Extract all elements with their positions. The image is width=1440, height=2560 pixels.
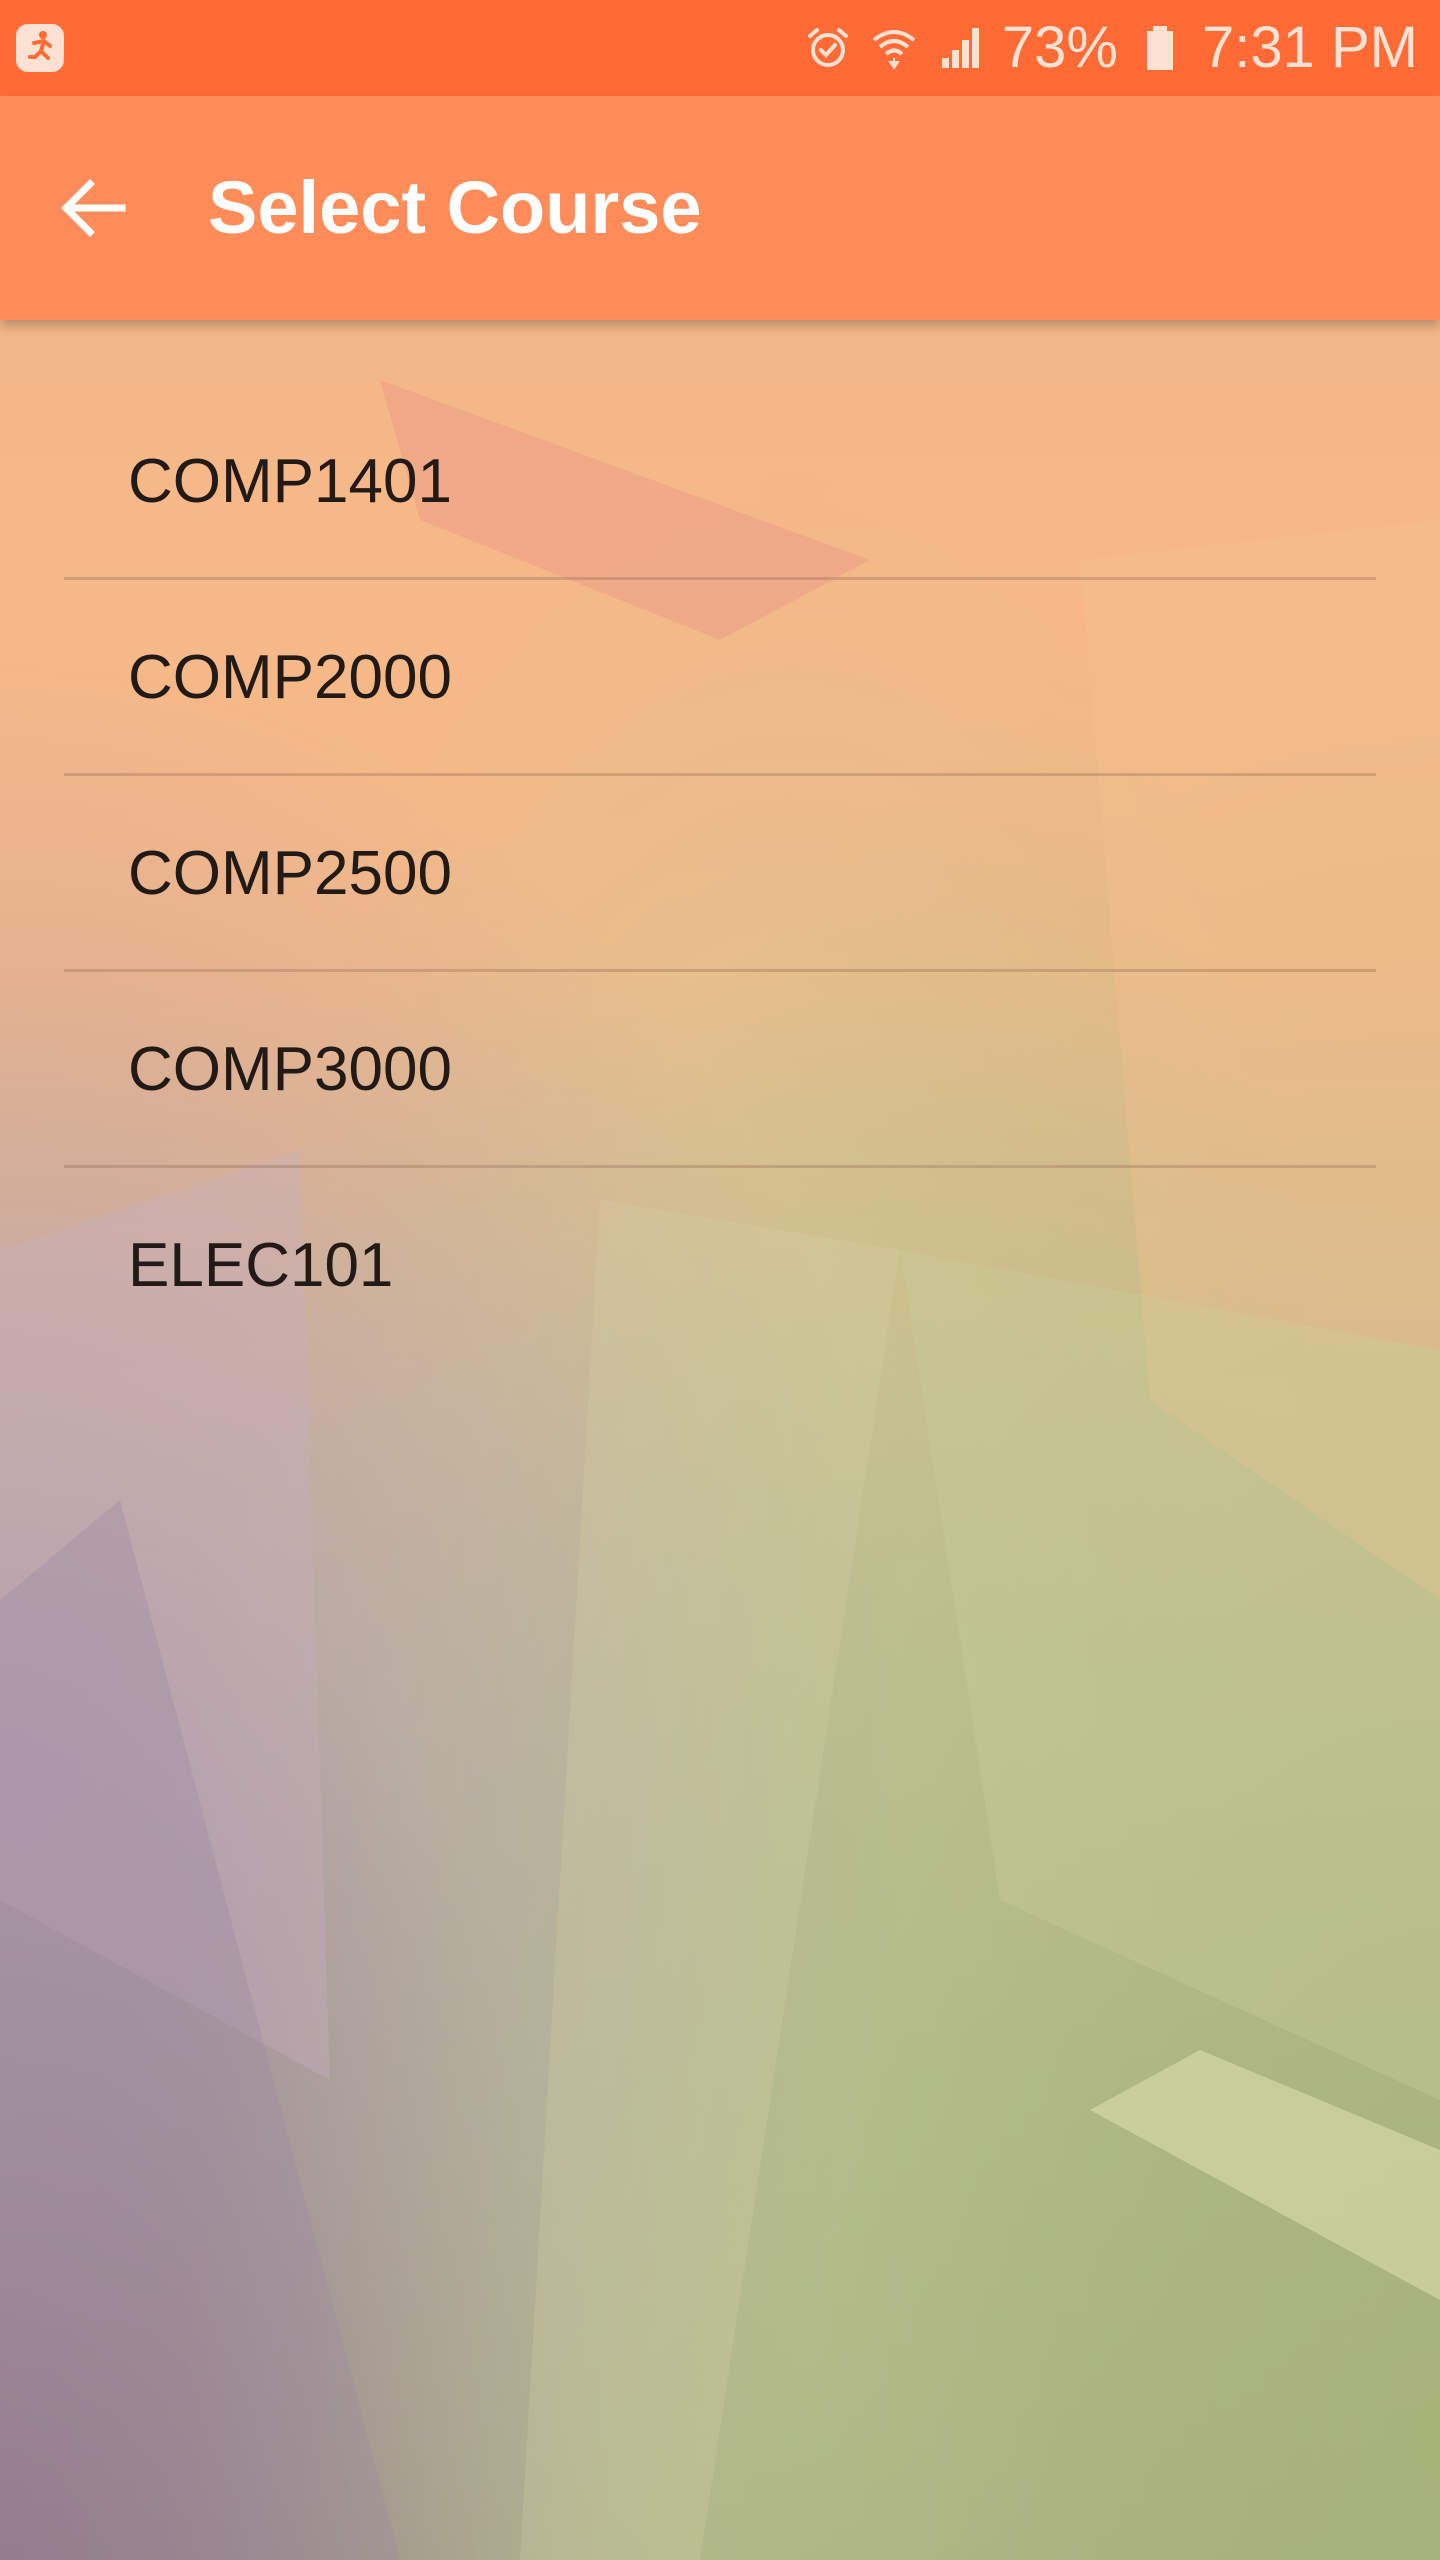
status-time: 7:31 PM	[1202, 15, 1418, 80]
battery-icon	[1147, 26, 1173, 70]
list-item[interactable]: ELEC101	[64, 1168, 1376, 1364]
running-person-icon	[16, 24, 64, 72]
course-label: COMP2500	[128, 839, 452, 908]
arrow-back-icon	[61, 179, 126, 237]
signal-icon	[941, 28, 979, 68]
alarm-icon	[807, 28, 848, 67]
list-item[interactable]: COMP2500	[64, 776, 1376, 972]
course-label: COMP2000	[128, 643, 452, 712]
status-bar: 73% 7:31 PM	[0, 0, 1440, 96]
wifi-icon	[872, 30, 916, 70]
course-label: ELEC101	[128, 1231, 394, 1300]
back-button[interactable]	[38, 152, 150, 264]
page-title: Select Course	[208, 166, 702, 249]
app-bar: Select Course	[0, 96, 1440, 320]
list-item[interactable]: COMP2000	[64, 580, 1376, 776]
list-item[interactable]: COMP1401	[64, 384, 1376, 580]
course-label: COMP3000	[128, 1035, 452, 1104]
course-label: COMP1401	[128, 447, 452, 516]
battery-percent: 73%	[1001, 15, 1118, 80]
status-icons: 73% 7:31 PM	[804, 0, 1418, 96]
list-item[interactable]: COMP3000	[64, 972, 1376, 1168]
course-list: COMP1401 COMP2000 COMP2500 COMP3000 ELEC…	[64, 384, 1376, 1364]
